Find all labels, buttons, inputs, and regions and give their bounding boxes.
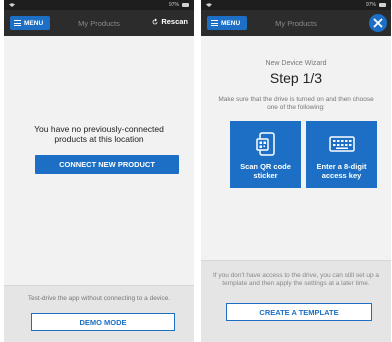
wizard-step-title: Step 1/3 [269,70,323,86]
wifi-icon [9,3,15,7]
wizard-description: Make sure that the drive is turned on an… [218,96,374,111]
page-title: My Products [275,18,317,28]
close-icon [373,18,383,28]
demo-footer-text: Test-drive the app without connecting to… [27,295,171,302]
refresh-icon [152,17,158,24]
keypad-icon [328,136,355,152]
rescan-button[interactable]: Rescan [151,17,188,26]
demo-mode-button[interactable]: DEMO MODE [31,313,175,331]
battery-icon [182,3,189,7]
template-footer-text: If you don't have access to the drive, y… [212,272,379,287]
scan-qr-label: Scan QR code sticker [240,162,291,180]
new-device-wizard-screen: 97% MENU My Products New Device Wizard S… [201,0,391,342]
create-template-button[interactable]: CREATE A TEMPLATE [226,303,372,321]
access-key-tile[interactable]: Enter a 8-digit access key [306,121,377,188]
scan-qr-tile[interactable]: Scan QR code sticker [230,121,301,188]
wifi-icon [206,3,212,7]
wizard-subtitle: New Device Wizard [265,60,327,67]
battery-percent: 97% [365,2,376,8]
qr-phone-icon [255,132,275,156]
status-bar: 97% [201,0,391,10]
rescan-label: Rescan [161,17,188,26]
battery-icon [379,3,386,7]
battery-percent: 97% [168,2,179,8]
my-products-screen: 97% MENU My Products Rescan You have no … [4,0,194,342]
template-footer: If you don't have access to the drive, y… [201,260,391,342]
status-bar: 97% [4,0,194,10]
nav-bar: MENU My Products [201,10,391,36]
access-key-label: Enter a 8-digit access key [316,162,367,180]
nav-bar: MENU My Products Rescan [4,10,194,36]
empty-state-message: You have no previously-connected product… [34,124,164,144]
connect-new-product-button[interactable]: CONNECT NEW PRODUCT [35,155,179,174]
close-wizard-button[interactable] [367,12,389,34]
demo-footer: Test-drive the app without connecting to… [4,285,194,342]
